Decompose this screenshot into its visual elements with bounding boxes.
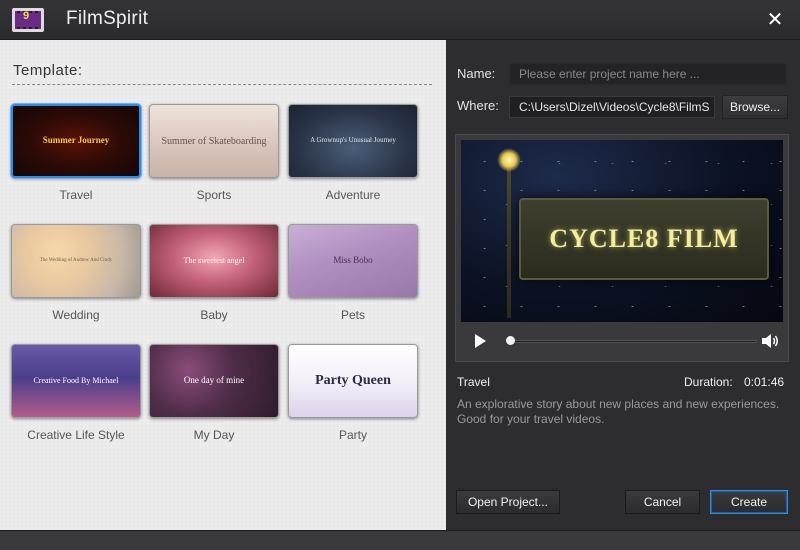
- template-thumbnail: Summer of Skateboarding: [149, 104, 279, 178]
- template-adventure[interactable]: A Grownup's Unusual Journey Adventure: [288, 104, 420, 202]
- duration-label: Duration:: [684, 375, 733, 389]
- template-thumbnail: One day of mine: [149, 344, 279, 418]
- template-caption: Wedding: [52, 308, 100, 322]
- thumbnail-title: The sweetest angel: [183, 255, 245, 265]
- thumbnail-title: Creative Food By Michael: [33, 375, 119, 385]
- duration-value: 0:01:46: [744, 375, 785, 389]
- template-caption: Travel: [59, 188, 93, 202]
- template-caption: Pets: [340, 308, 365, 322]
- template-thumbnail: Miss Bobo: [288, 224, 418, 298]
- template-thumbnail: The Wedding of Andrew And Cindy: [11, 224, 141, 298]
- create-button[interactable]: Create: [710, 490, 788, 514]
- template-caption: Party: [338, 428, 367, 442]
- logo-number: 9: [22, 10, 30, 22]
- preview-player: CYCLE8 FILM: [455, 134, 789, 362]
- browse-button[interactable]: Browse...: [722, 95, 788, 119]
- player-controls: [461, 325, 783, 357]
- app-title: FilmSpirit: [66, 8, 149, 29]
- template-caption: Baby: [200, 308, 228, 322]
- template-thumbnail: Creative Food By Michael: [11, 344, 141, 418]
- video-title-text: CYCLE8 FILM: [549, 224, 739, 253]
- template-travel[interactable]: Summer Journey Travel: [11, 104, 143, 202]
- template-party[interactable]: Party Queen Party: [288, 344, 420, 442]
- where-label: Where:: [457, 98, 499, 113]
- template-caption: Creative Life Style: [27, 428, 125, 442]
- close-icon[interactable]: ✕: [764, 9, 786, 31]
- thumbnail-title: Miss Bobo: [333, 255, 373, 266]
- template-sports[interactable]: Summer of Skateboarding Sports: [149, 104, 281, 202]
- project-name-input[interactable]: [509, 63, 787, 85]
- template-caption: My Day: [193, 428, 235, 442]
- template-pets[interactable]: Miss Bobo Pets: [288, 224, 420, 322]
- template-my-day[interactable]: One day of mine My Day: [149, 344, 281, 442]
- thumbnail-title: Summer Journey: [42, 135, 110, 146]
- heading-divider: [12, 84, 432, 85]
- template-thumbnail: Summer Journey: [11, 104, 141, 178]
- template-baby[interactable]: The sweetest angel Baby: [149, 224, 281, 322]
- thumbnail-title: The Wedding of Andrew And Cindy: [39, 258, 113, 264]
- video-title-sign: CYCLE8 FILM: [519, 198, 769, 280]
- template-description: An explorative story about new places an…: [457, 397, 780, 426]
- template-thumbnail: Party Queen: [288, 344, 418, 418]
- open-project-button[interactable]: Open Project...: [456, 490, 560, 514]
- thumbnail-title: Summer of Skateboarding: [161, 135, 267, 147]
- lamp-glow: [497, 148, 521, 172]
- template-panel: Template: Summer Journey Travel Summer o…: [0, 40, 446, 530]
- thumbnail-title: A Grownup's Unusual Journey: [310, 136, 396, 145]
- name-label: Name:: [457, 66, 496, 81]
- filmspirit-window: 9 FilmSpirit ✕ Template: Summer Journey …: [0, 0, 800, 550]
- template-thumbnail: A Grownup's Unusual Journey: [288, 104, 418, 178]
- cancel-button[interactable]: Cancel: [625, 490, 700, 514]
- thumbnail-title: Party Queen: [315, 373, 391, 389]
- seek-bar[interactable]: [509, 340, 757, 343]
- template-caption: Sports: [196, 188, 232, 202]
- volume-icon[interactable]: [761, 333, 781, 349]
- bottom-bar: [0, 530, 800, 550]
- template-creative-life-style[interactable]: Creative Food By Michael Creative Life S…: [11, 344, 143, 442]
- selected-template-name: Travel: [457, 375, 490, 389]
- template-wedding[interactable]: The Wedding of Andrew And Cindy Wedding: [11, 224, 143, 322]
- template-thumbnail: The sweetest angel: [149, 224, 279, 298]
- project-location-field[interactable]: C:\Users\Dizel\Videos\Cycle8\FilmS: [509, 96, 715, 118]
- app-logo-icon: 9: [12, 8, 44, 32]
- play-icon[interactable]: [469, 331, 489, 351]
- template-caption: Adventure: [325, 188, 381, 202]
- template-heading: Template:: [13, 62, 83, 79]
- title-bar: 9 FilmSpirit ✕: [0, 0, 800, 40]
- project-panel: Name: Where: C:\Users\Dizel\Videos\Cycle…: [446, 40, 800, 530]
- thumbnail-title: One day of mine: [183, 375, 245, 386]
- preview-video[interactable]: CYCLE8 FILM: [461, 140, 783, 322]
- seek-handle[interactable]: [506, 336, 515, 345]
